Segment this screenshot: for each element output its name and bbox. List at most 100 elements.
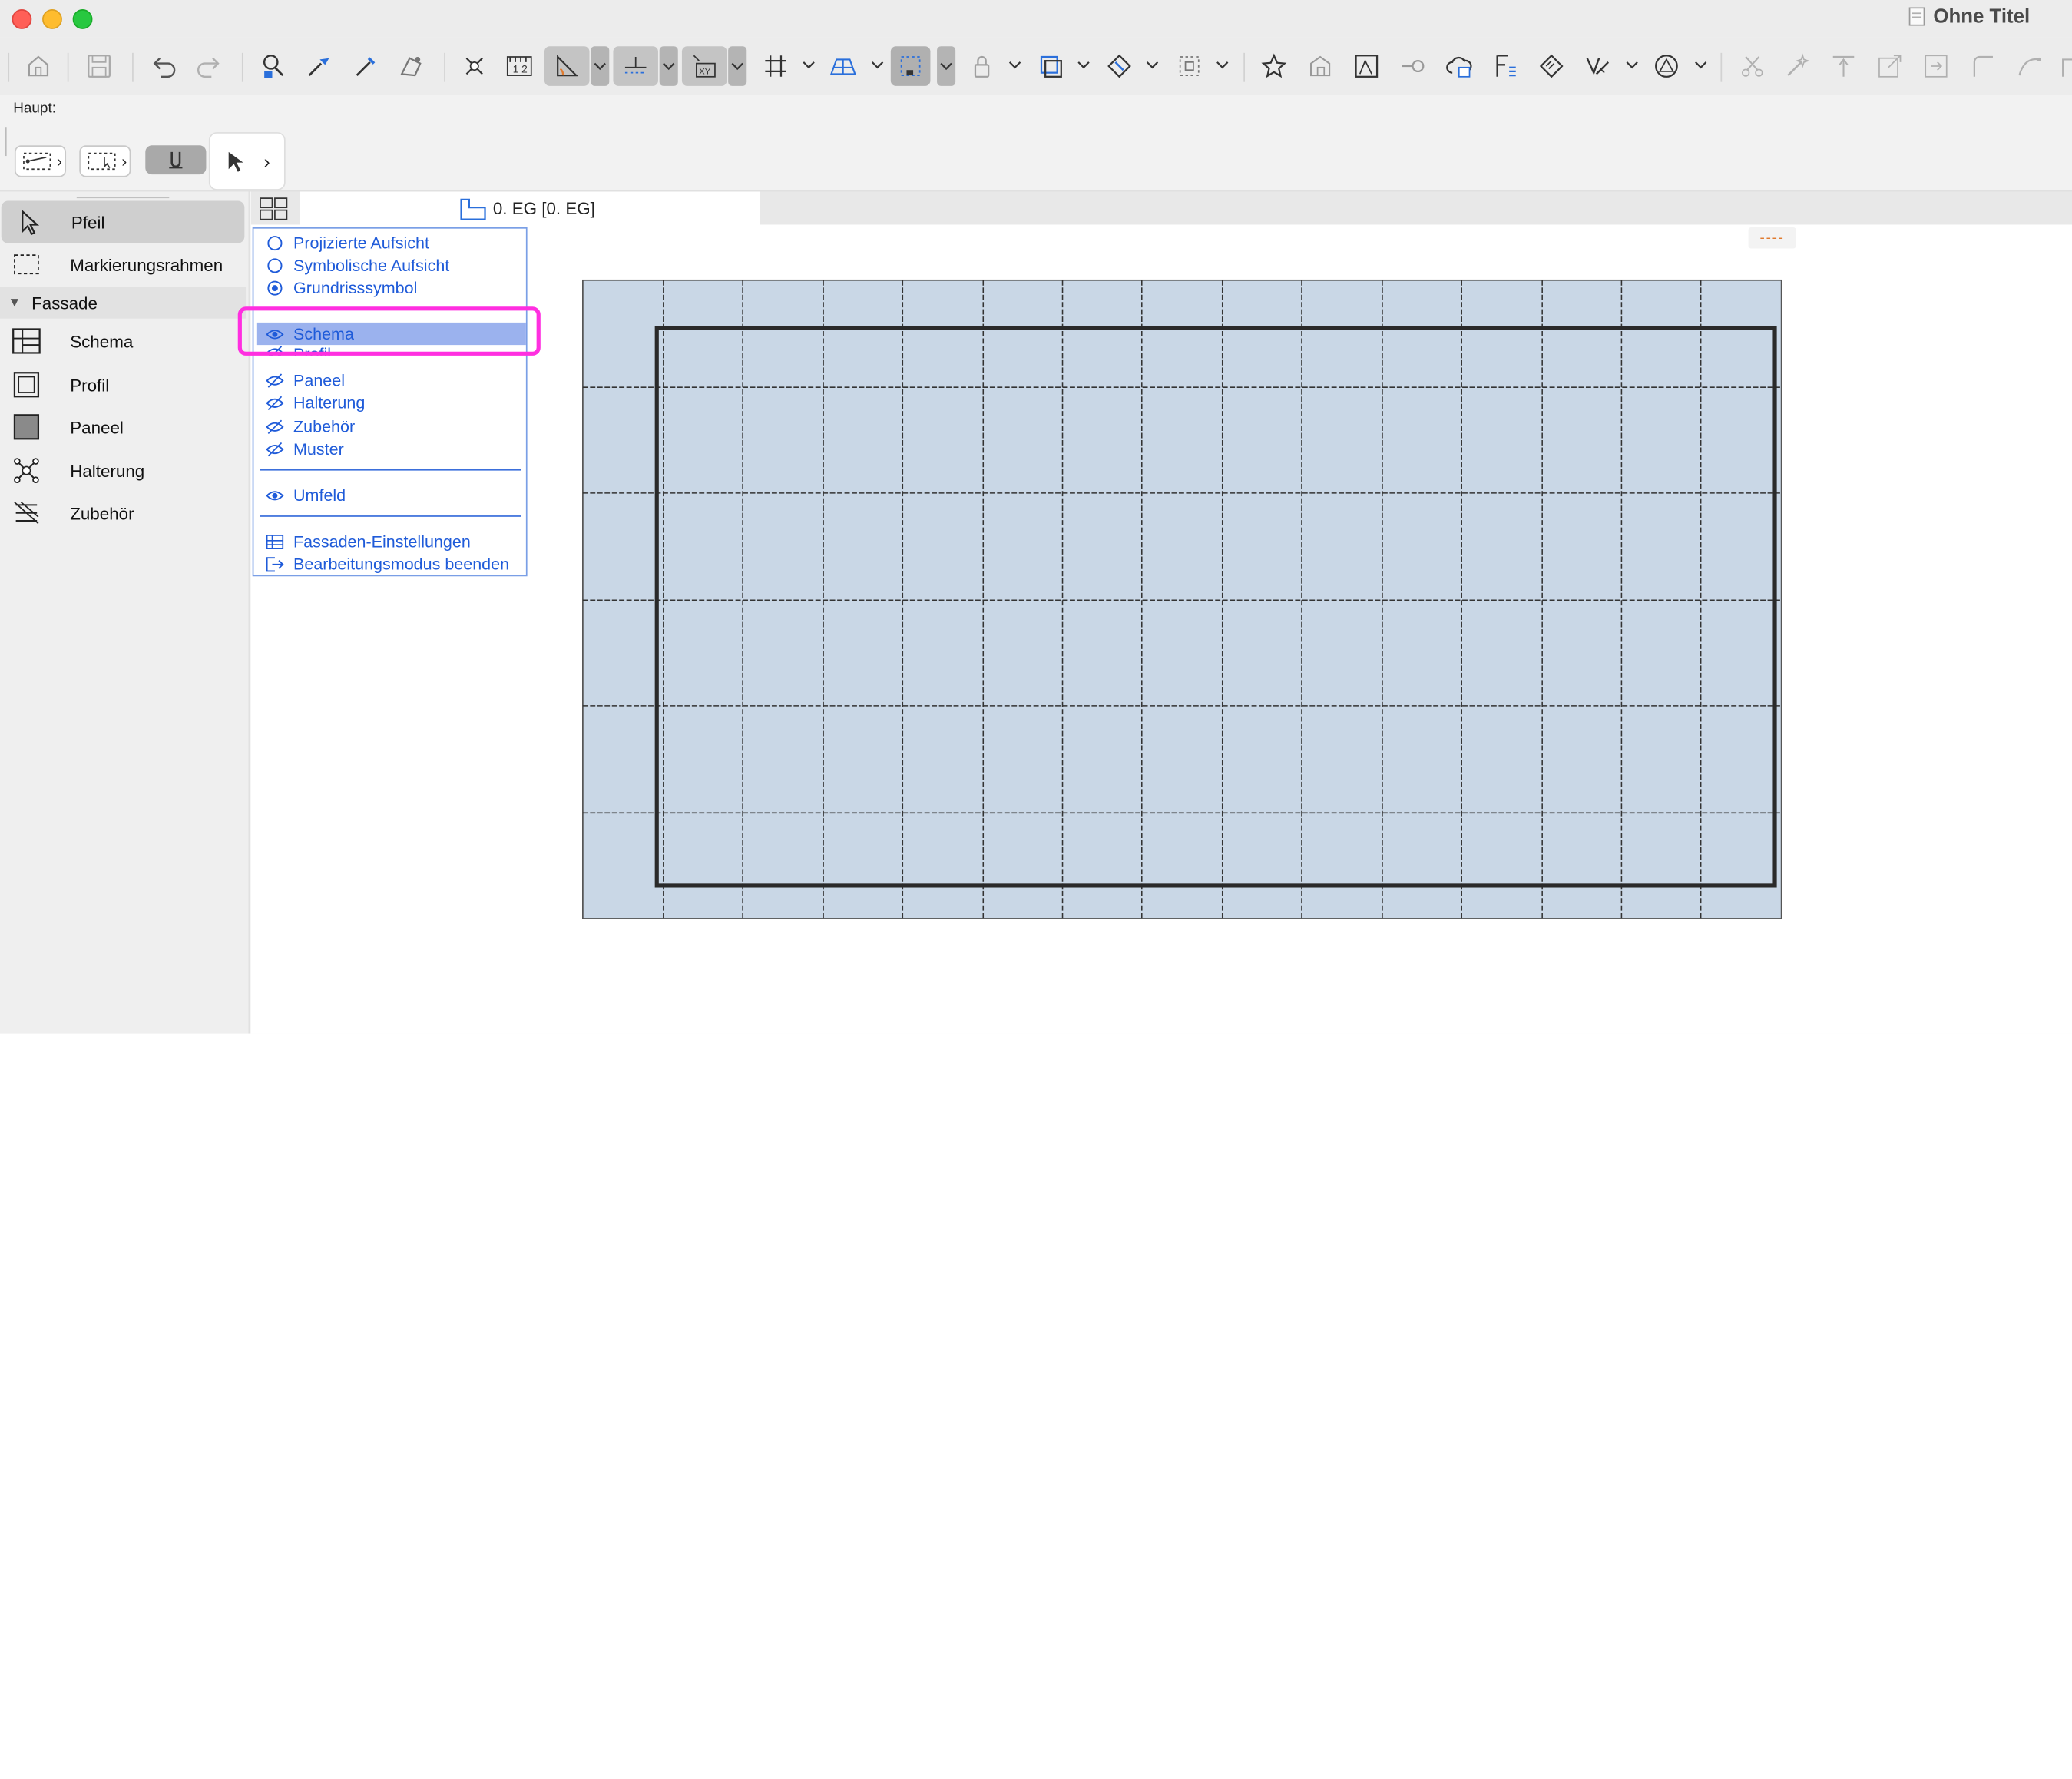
- document-icon: [1908, 7, 1925, 26]
- measure-icon[interactable]: 1 2: [504, 50, 535, 81]
- syringe-icon[interactable]: [349, 50, 380, 81]
- panel-handle[interactable]: [76, 197, 170, 199]
- chevron-down-icon[interactable]: [871, 57, 884, 73]
- star-icon[interactable]: [1258, 50, 1289, 81]
- tool-label: Halterung: [70, 460, 145, 481]
- tool-panel[interactable]: Paneel: [0, 406, 246, 448]
- tab-overview-icon[interactable]: [257, 194, 291, 224]
- schedule-icon[interactable]: [1489, 50, 1521, 81]
- tool-arrow[interactable]: Pfeil: [1, 200, 245, 243]
- chevron-down-icon[interactable]: [1146, 57, 1159, 73]
- guideline-angle-icon[interactable]: [544, 46, 590, 86]
- curve-icon[interactable]: [2013, 50, 2044, 81]
- tool-accessory[interactable]: Zubehör: [0, 492, 246, 534]
- menu-item-symbolic-view[interactable]: Symbolische Aufsicht: [253, 253, 525, 276]
- menu-item-pattern[interactable]: Muster: [253, 438, 525, 460]
- chevron-right-icon: ›: [121, 151, 127, 171]
- menu-item-facade-settings[interactable]: Fassaden-Einstellungen: [253, 530, 525, 552]
- transfer-settings-icon[interactable]: [396, 50, 427, 81]
- resize-icon[interactable]: [1874, 50, 1905, 81]
- zoom-window-button[interactable]: [72, 9, 93, 29]
- chevron-down-icon[interactable]: [1077, 57, 1090, 73]
- minimize-window-button[interactable]: [42, 9, 62, 29]
- toolbar-separator: [1720, 52, 1723, 82]
- menu-item-panel[interactable]: Paneel: [253, 369, 525, 391]
- undo-icon[interactable]: [148, 50, 180, 81]
- elevation-icon[interactable]: [1351, 50, 1382, 81]
- eye-crossed-icon: [266, 419, 284, 434]
- save-icon[interactable]: [83, 50, 114, 81]
- eye-crossed-icon: [266, 441, 284, 456]
- info-box: Haupt: › › ›: [0, 94, 2072, 192]
- scale-indicator: ----: [1748, 227, 1796, 249]
- tool-label: Schema: [70, 331, 134, 351]
- panel-icon: [13, 414, 40, 440]
- chevron-down-icon[interactable]: [1694, 57, 1707, 73]
- tool-profile[interactable]: Profil: [0, 363, 246, 406]
- exit-icon: [266, 556, 284, 571]
- infobox-main-label: Haupt:: [13, 100, 56, 117]
- corner-icon[interactable]: [2057, 50, 2072, 81]
- suspend-groups-icon[interactable]: [1104, 50, 1135, 81]
- tool-bracket[interactable]: Halterung: [0, 449, 246, 492]
- coordinates-icon[interactable]: XY: [681, 46, 727, 86]
- tool-schema[interactable]: Schema: [0, 320, 246, 362]
- offset-icon[interactable]: [1828, 50, 1859, 81]
- selection-frame-icon[interactable]: [890, 46, 931, 86]
- find-select-icon[interactable]: [258, 50, 290, 81]
- gravity-toggle[interactable]: [145, 145, 207, 175]
- cloud-icon[interactable]: [1443, 50, 1475, 81]
- menu-item-floor-plan-symbol[interactable]: Grundrisssymbol: [253, 277, 525, 299]
- menu-item-exit-edit-mode[interactable]: Bearbeitungsmodus beenden: [253, 552, 525, 575]
- menu-item-bracket[interactable]: Halterung: [253, 391, 525, 413]
- chevron-down-icon[interactable]: [1008, 57, 1021, 73]
- link-icon[interactable]: [1397, 50, 1428, 81]
- menu-item-label: Muster: [293, 439, 344, 459]
- ruler-check-icon[interactable]: [1582, 50, 1614, 81]
- selection-method-button[interactable]: ›: [14, 145, 67, 177]
- chevron-down-icon[interactable]: [728, 46, 747, 86]
- gravity-icon: [169, 151, 183, 169]
- split-icon[interactable]: [1920, 50, 1951, 81]
- tool-label: Paneel: [70, 416, 124, 437]
- annotation-highlight: [237, 306, 541, 356]
- eyedropper-icon[interactable]: [303, 50, 334, 81]
- tool-label: Zubehör: [70, 502, 134, 523]
- arrow-tool-settings-button[interactable]: ›: [208, 132, 286, 190]
- home-icon[interactable]: [22, 50, 54, 81]
- perspective-grid-icon[interactable]: [827, 50, 859, 81]
- magic-wand-icon[interactable]: [1782, 50, 1813, 81]
- window-title: Ohne Titel: [1933, 5, 2031, 28]
- close-window-button[interactable]: [12, 9, 32, 29]
- arrow-cursor-icon: [228, 151, 243, 172]
- scissors-icon[interactable]: [1736, 50, 1768, 81]
- arrange-icon[interactable]: [1173, 50, 1205, 81]
- menu-item-projected-view[interactable]: Projizierte Aufsicht: [253, 231, 525, 253]
- tool-label: Markierungsrahmen: [70, 254, 223, 275]
- toolbox-group-facade[interactable]: ▼ Fassade: [0, 287, 247, 319]
- menu-item-label: Halterung: [293, 393, 366, 412]
- morph-icon[interactable]: [1650, 50, 1682, 81]
- redo-icon[interactable]: [193, 50, 224, 81]
- tool-marquee[interactable]: Markierungsrahmen: [0, 243, 246, 286]
- curtain-wall-drawing[interactable]: [581, 279, 1786, 921]
- chevron-down-icon[interactable]: [591, 46, 610, 86]
- building-icon[interactable]: [1304, 50, 1336, 81]
- chevron-down-icon[interactable]: [1216, 57, 1229, 73]
- label-tag-icon[interactable]: [1536, 50, 1567, 81]
- fillet-icon[interactable]: [1967, 50, 1998, 81]
- chevron-down-icon[interactable]: [937, 46, 956, 86]
- snap-guide-icon[interactable]: [458, 50, 490, 81]
- snap-points-icon[interactable]: [613, 46, 658, 86]
- menu-item-surroundings[interactable]: Umfeld: [253, 484, 525, 506]
- document-title: Ohne Titel: [1908, 5, 2030, 28]
- menu-item-accessory[interactable]: Zubehör: [253, 415, 525, 437]
- chevron-down-icon[interactable]: [659, 46, 678, 86]
- lock-icon[interactable]: [966, 50, 998, 81]
- grid-snap-icon[interactable]: [760, 50, 791, 81]
- chevron-down-icon[interactable]: [803, 57, 816, 73]
- group-icon[interactable]: [1034, 50, 1066, 81]
- marquee-type-button[interactable]: ›: [79, 145, 131, 177]
- tab-floor-plan[interactable]: 0. EG [0. EG]: [300, 191, 760, 225]
- chevron-down-icon[interactable]: [1626, 57, 1639, 73]
